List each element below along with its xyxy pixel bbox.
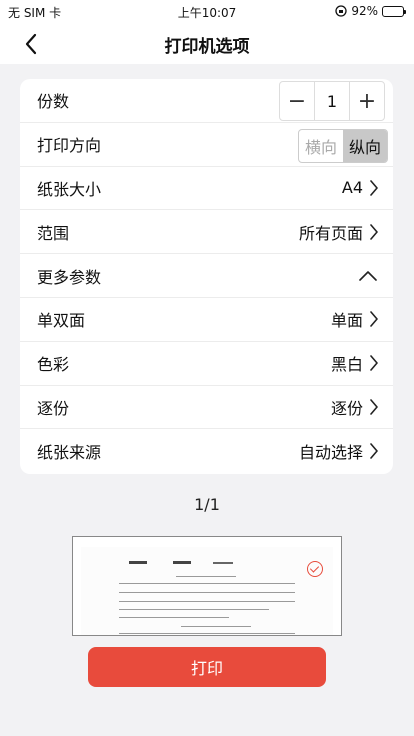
printer-options-card: 份数 − 1 + 打印方向 横向 纵向 纸张大小 A4 范围 所有页面 更多参数… [20,79,393,474]
collate-label: 逐份 [37,398,70,418]
collate-row[interactable]: 逐份 逐份 [20,386,393,430]
color-row[interactable]: 色彩 黑白 [20,342,393,386]
status-bar: 无 SIM 卡 上午10:07 92% [0,0,414,22]
paper-size-value: A4 [341,178,363,198]
preview-doc-line [119,601,295,602]
duplex-row[interactable]: 单双面 单面 [20,298,393,342]
orientation-row: 打印方向 横向 纵向 [20,123,393,167]
preview-doc-line [213,562,233,564]
duplex-label: 单双面 [37,311,86,331]
page-preview[interactable] [72,536,342,636]
copies-value: 1 [314,82,350,120]
print-button[interactable]: 打印 [88,647,326,687]
range-label: 范围 [37,223,70,243]
more-options-row[interactable]: 更多参数 [20,254,393,298]
selected-check-icon [307,561,323,577]
range-row[interactable]: 范围 所有页面 [20,210,393,255]
orientation-segmented-control: 横向 纵向 [298,128,388,163]
landscape-option[interactable]: 横向 [299,130,343,162]
status-right: 92% [335,4,406,18]
chevron-right-icon [370,223,378,240]
page-indicator: 1/1 [194,495,220,514]
preview-doc-line [173,561,191,564]
chevron-right-icon [370,443,378,460]
color-value: 黑白 [330,355,363,375]
battery-icon [382,5,406,17]
range-value: 所有页面 [298,223,363,243]
preview-doc-line [119,617,229,618]
copies-row: 份数 − 1 + [20,79,393,123]
chevron-right-icon [370,355,378,371]
chevron-right-icon [370,311,378,328]
color-label: 色彩 [37,355,70,375]
preview-doc-line [119,583,295,584]
paper-size-label: 纸张大小 [37,179,102,199]
collate-value: 逐份 [330,398,363,418]
chevron-right-icon [370,180,378,196]
increment-button[interactable]: + [350,82,384,120]
battery-percent: 92% [351,4,378,18]
preview-doc-line [119,633,295,634]
nav-bar: 打印机选项 [0,22,414,64]
duplex-value: 单面 [330,311,363,331]
page-title: 打印机选项 [164,37,250,57]
orientation-lock-icon [335,5,347,17]
paper-source-row[interactable]: 纸张来源 自动选择 [20,429,393,473]
paper-source-label: 纸张来源 [37,443,102,463]
paper-size-row[interactable]: 纸张大小 A4 [20,167,393,211]
chevron-up-icon [359,270,377,281]
preview-doc-line [181,626,251,627]
preview-doc-line [119,609,269,610]
preview-doc-line [129,561,147,564]
copies-stepper: − 1 + [279,81,385,121]
portrait-option[interactable]: 纵向 [343,129,387,162]
paper-source-value: 自动选择 [298,443,363,463]
preview-doc-line [119,592,295,593]
preview-doc-line [176,576,236,577]
decrement-button[interactable]: − [280,82,314,120]
preview-page [81,547,333,635]
chevron-right-icon [370,399,378,415]
more-options-label: 更多参数 [37,267,102,287]
